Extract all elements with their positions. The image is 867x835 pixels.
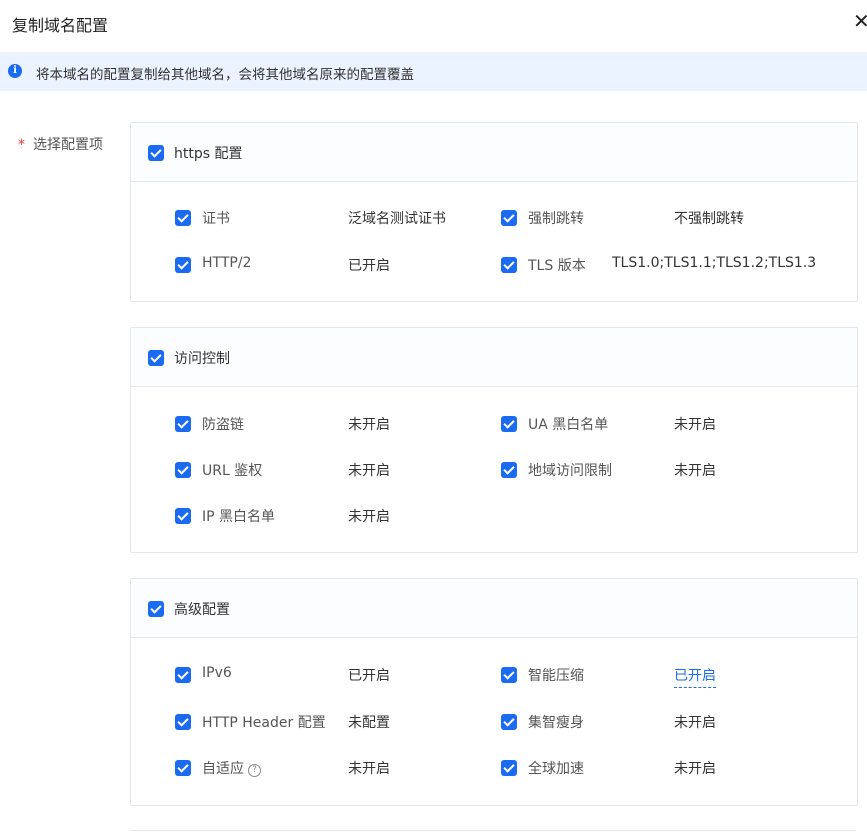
tls-version-label: TLS 版本 [528,258,586,274]
url-auth-checkbox[interactable] [175,462,191,478]
access-control-group: 访问控制 防盗链 未开启 UA 黑白名单 未开启 URL 鉴权 未开启 地域访问… [130,327,858,553]
ua-list-value: 未开启 [674,417,716,433]
next-group-edge [130,830,856,835]
hotlink-protection-value: 未开启 [348,417,390,433]
https-config-group: https 配置 证书 泛域名测试证书 强制跳转 不强制跳转 HTTP/2 已开… [130,122,858,302]
select-config-label-text: 选择配置项 [33,137,103,153]
ipv6-checkbox[interactable] [175,667,191,683]
force-redirect-label: 强制跳转 [528,211,584,227]
hotlink-protection-label: 防盗链 [202,417,244,433]
url-auth-value: 未开启 [348,463,390,479]
http-header-checkbox[interactable] [175,714,191,730]
info-banner-text: 将本域名的配置复制给其他域名，会将其他域名原来的配置覆盖 [36,67,414,83]
global-acceleration-label: 全球加速 [528,761,584,777]
access-control-title: 访问控制 [174,351,230,367]
force-redirect-checkbox[interactable] [501,210,517,226]
http2-checkbox[interactable] [175,257,191,273]
adaptive-label: 自适应 [202,761,244,777]
smart-compression-checkbox[interactable] [501,667,517,683]
force-redirect-value: 不强制跳转 [674,211,744,227]
advanced-config-header: 高级配置 [131,579,857,638]
region-limit-label: 地域访问限制 [528,463,612,479]
access-control-checkbox[interactable] [148,350,164,366]
smart-compression-label: 智能压缩 [528,668,584,684]
smart-slimming-checkbox[interactable] [501,714,517,730]
ipv6-value: 已开启 [348,668,390,684]
smart-slimming-label: 集智瘦身 [528,715,584,731]
global-acceleration-value: 未开启 [674,761,716,777]
question-circle-icon[interactable]: ? [248,764,261,777]
adaptive-checkbox[interactable] [175,760,191,776]
http-header-label: HTTP Header 配置 [202,715,326,731]
url-auth-label: URL 鉴权 [202,463,263,479]
certificate-value: 泛域名测试证书 [348,211,446,227]
certificate-label: 证书 [202,211,230,227]
region-limit-value: 未开启 [674,463,716,479]
https-config-header: https 配置 [131,123,857,182]
adaptive-label-group: 自适应? [202,758,261,778]
http2-value: 已开启 [348,258,390,274]
adaptive-value: 未开启 [348,761,390,777]
ip-list-checkbox[interactable] [175,508,191,524]
info-icon: i [8,64,22,78]
advanced-config-checkbox[interactable] [148,601,164,617]
region-limit-checkbox[interactable] [501,462,517,478]
global-acceleration-checkbox[interactable] [501,760,517,776]
http2-label: HTTP/2 [202,255,252,271]
smart-slimming-value: 未开启 [674,715,716,731]
advanced-config-title: 高级配置 [174,602,230,618]
https-config-title: https 配置 [174,146,243,162]
hotlink-protection-checkbox[interactable] [175,416,191,432]
required-mark: * [18,137,25,153]
https-config-checkbox[interactable] [148,145,164,161]
dialog-header: 复制域名配置 ✕ [0,0,867,46]
ip-list-label: IP 黑白名单 [202,509,276,525]
ua-list-checkbox[interactable] [501,416,517,432]
ua-list-label: UA 黑白名单 [528,417,609,433]
advanced-config-group: 高级配置 IPv6 已开启 智能压缩 已开启 HTTP Header 配置 未配… [130,578,858,806]
http-header-value: 未配置 [348,715,390,731]
info-banner: i 将本域名的配置复制给其他域名，会将其他域名原来的配置覆盖 [0,52,867,91]
close-icon[interactable]: ✕ [853,10,867,32]
select-config-label: * 选择配置项 [18,134,103,154]
smart-compression-value-link[interactable]: 已开启 [674,665,716,688]
tls-version-checkbox[interactable] [501,257,517,273]
access-control-header: 访问控制 [131,328,857,387]
tls-version-value: TLS1.0;TLS1.1;TLS1.2;TLS1.3 [612,255,817,271]
dialog-title: 复制域名配置 [12,16,109,35]
ipv6-label: IPv6 [202,665,232,681]
ip-list-value: 未开启 [348,509,390,525]
certificate-checkbox[interactable] [175,210,191,226]
